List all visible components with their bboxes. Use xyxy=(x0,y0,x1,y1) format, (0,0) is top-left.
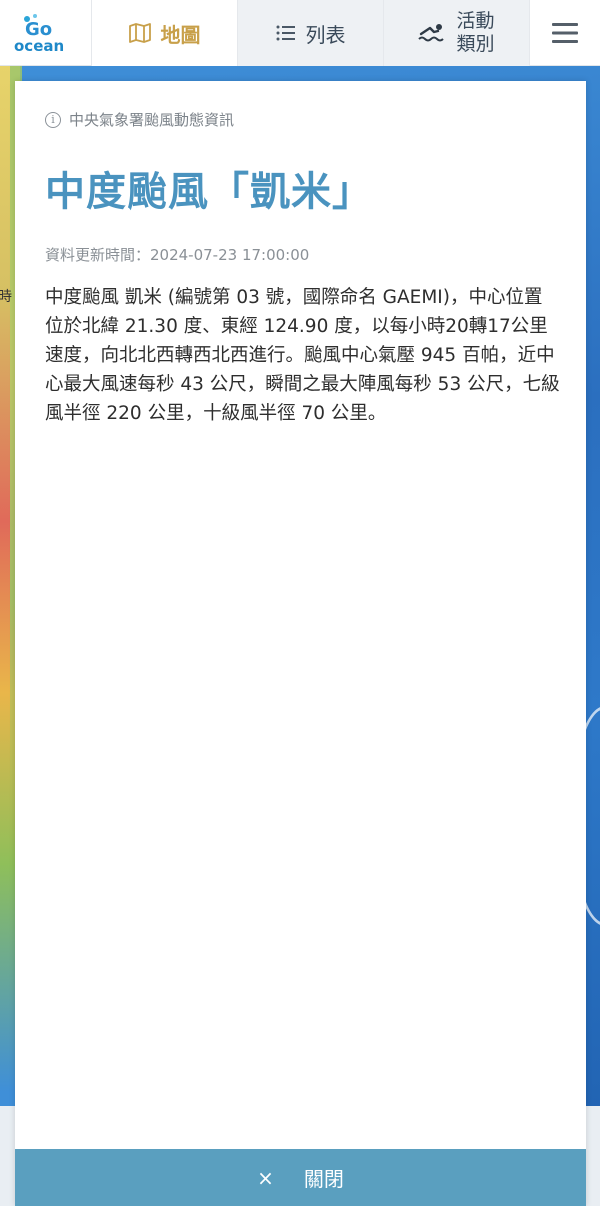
close-button[interactable]: × 關閉 xyxy=(15,1149,586,1206)
hamburger-icon xyxy=(552,22,578,44)
top-nav: Go ocean 地圖 列表 活動 類別 xyxy=(0,0,600,66)
source-label: 中央氣象署颱風動態資訊 xyxy=(69,111,235,129)
swimmer-icon xyxy=(418,22,446,44)
close-icon: × xyxy=(257,1165,274,1190)
tab-list-label: 列表 xyxy=(305,22,346,47)
list-icon xyxy=(276,25,296,41)
hamburger-menu-button[interactable] xyxy=(530,0,600,65)
tab-map[interactable]: 地圖 xyxy=(92,0,238,66)
page-title: 中度颱風「凱米」 xyxy=(45,169,373,215)
map-icon xyxy=(128,23,151,43)
svg-text:ocean: ocean xyxy=(14,37,64,55)
close-label: 關閉 xyxy=(303,1167,344,1191)
go-ocean-logo[interactable]: Go ocean xyxy=(0,0,92,66)
info-icon: i xyxy=(45,111,61,128)
tab-list[interactable]: 列表 xyxy=(238,0,384,66)
map-edge-label: 時 xyxy=(0,289,12,305)
source-line: i 中央氣象署颱風動態資訊 xyxy=(45,109,234,130)
typhoon-description: 中度颱風 凱米 (編號第 03 號，國際命名 GAEMI)，中心位置位於北緯 2… xyxy=(45,287,560,424)
tab-activity-label: 活動 類別 xyxy=(456,10,495,55)
tab-activity-category[interactable]: 活動 類別 xyxy=(384,0,530,66)
tab-map-label: 地圖 xyxy=(160,22,201,47)
typhoon-info-panel: i 中央氣象署颱風動態資訊 中度颱風「凱米」 資料更新時間：2024-07-23… xyxy=(15,81,586,1206)
update-time: 資料更新時間：2024-07-23 17:00:00 xyxy=(45,246,310,264)
